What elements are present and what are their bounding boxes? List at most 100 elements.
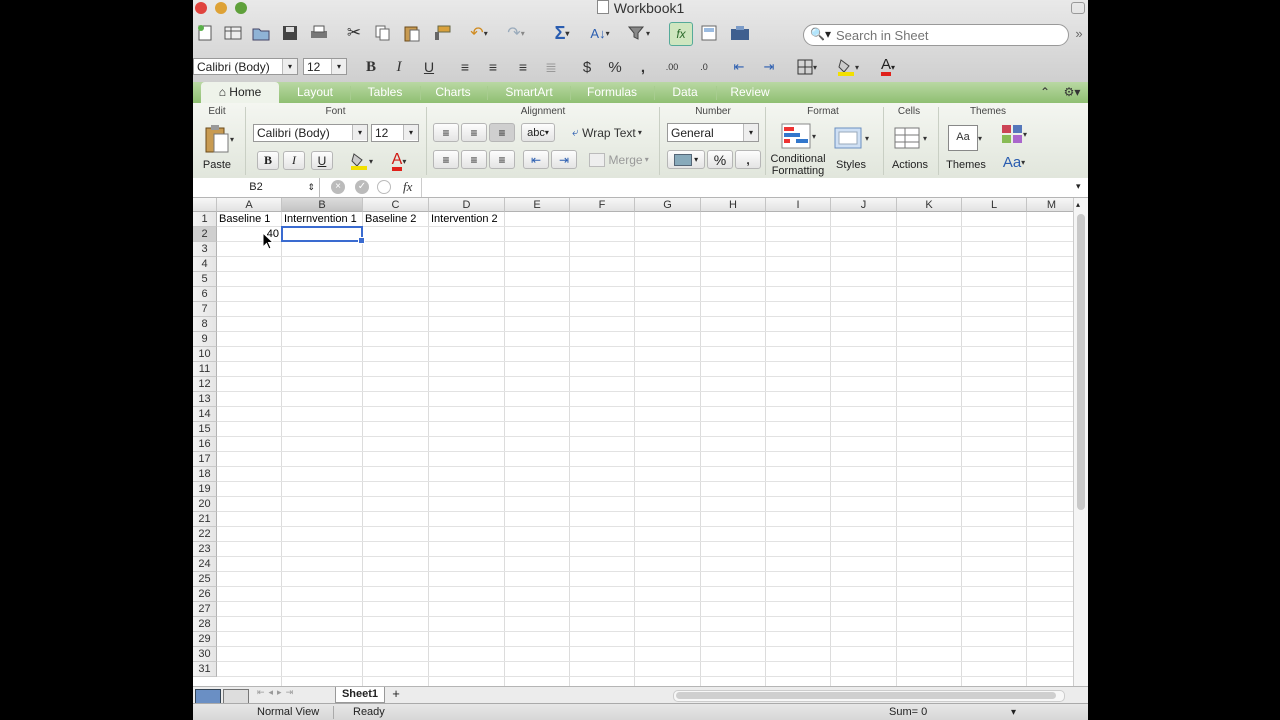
- justify-icon[interactable]: ≣: [541, 57, 561, 77]
- chevron-down-icon[interactable]: ▾: [1011, 704, 1016, 720]
- align-text-right-button[interactable]: ≡: [489, 150, 515, 169]
- active-cell-selection[interactable]: [281, 226, 365, 244]
- number-format-gallery-button[interactable]: ▾: [667, 150, 705, 169]
- align-left-icon[interactable]: ≡: [455, 57, 475, 77]
- tab-home[interactable]: ⌂ Home: [201, 82, 279, 103]
- align-top-button[interactable]: ≡: [433, 123, 459, 142]
- undo-icon[interactable]: ↶ ▾: [465, 23, 493, 43]
- tab-review[interactable]: Review: [717, 82, 783, 103]
- conditional-formatting-label[interactable]: Conditional Formatting: [767, 153, 829, 177]
- column-header-d[interactable]: D: [429, 198, 505, 212]
- search-input[interactable]: [834, 27, 1063, 44]
- accept-formula-icon[interactable]: ✓: [355, 180, 369, 194]
- row-header-6[interactable]: 6: [193, 287, 217, 302]
- format-painter-icon[interactable]: [432, 23, 452, 43]
- templates-icon[interactable]: [223, 23, 243, 43]
- actions-label[interactable]: Actions: [887, 159, 933, 171]
- merge-button[interactable]: Merge ▾: [585, 150, 653, 169]
- borders-icon[interactable]: ▾: [793, 57, 821, 77]
- wrap-text-button[interactable]: ⤶ Wrap Text ▾: [563, 123, 651, 142]
- row-header-28[interactable]: 28: [193, 617, 217, 632]
- new-document-icon[interactable]: [195, 23, 215, 43]
- font-name-combo[interactable]: Calibri (Body) ▾: [193, 58, 298, 75]
- vertical-scroll-thumb[interactable]: [1077, 214, 1085, 510]
- cell-a1[interactable]: Baseline 1: [219, 212, 279, 227]
- cancel-formula-icon[interactable]: ×: [331, 180, 345, 194]
- cut-icon[interactable]: ✂: [344, 23, 364, 43]
- column-header-f[interactable]: F: [570, 198, 635, 212]
- formula-icon[interactable]: [377, 180, 391, 194]
- formula-builder-icon[interactable]: fx: [669, 22, 693, 46]
- ribbon-italic-button[interactable]: I: [283, 151, 305, 170]
- sort-icon[interactable]: A↓ ▾: [586, 23, 614, 43]
- search-box[interactable]: 🔍▾: [803, 24, 1069, 46]
- autosum-icon[interactable]: Σ ▾: [550, 22, 574, 44]
- percent-icon[interactable]: %: [606, 57, 624, 77]
- row-header-2[interactable]: 2: [193, 227, 217, 242]
- text-orientation-button[interactable]: abc ▾: [521, 123, 555, 142]
- ribbon-font-color-icon[interactable]: A ▾: [381, 150, 417, 172]
- filter-icon[interactable]: ▾: [625, 23, 653, 43]
- row-header-21[interactable]: 21: [193, 512, 217, 527]
- font-color-icon[interactable]: A ▾: [873, 57, 903, 77]
- column-header-e[interactable]: E: [505, 198, 570, 212]
- italic-button[interactable]: I: [389, 57, 409, 77]
- cells-actions-icon[interactable]: ▾: [890, 123, 930, 153]
- column-header-j[interactable]: J: [831, 198, 897, 212]
- tab-tables[interactable]: Tables: [351, 82, 419, 103]
- row-header-12[interactable]: 12: [193, 377, 217, 392]
- themes-icon[interactable]: Aa ▾: [945, 123, 985, 153]
- toolbar-overflow-icon[interactable]: »: [1072, 25, 1086, 41]
- indent-button[interactable]: ⇥: [551, 150, 577, 169]
- align-bottom-button[interactable]: ≡: [489, 123, 515, 142]
- fill-color-icon[interactable]: ▾: [833, 57, 863, 77]
- tab-smartart[interactable]: SmartArt: [489, 82, 569, 103]
- row-header-13[interactable]: 13: [193, 392, 217, 407]
- paste-icon[interactable]: [402, 23, 422, 43]
- currency-icon[interactable]: $: [578, 57, 596, 77]
- align-center-icon[interactable]: ≡: [483, 57, 503, 77]
- number-format-combo[interactable]: General ▾: [667, 123, 759, 142]
- row-header-27[interactable]: 27: [193, 602, 217, 617]
- align-text-left-button[interactable]: ≡: [433, 150, 459, 169]
- print-icon[interactable]: [309, 23, 329, 43]
- tab-charts[interactable]: Charts: [421, 82, 485, 103]
- align-right-icon[interactable]: ≡: [513, 57, 533, 77]
- horizontal-scroll-thumb[interactable]: [676, 692, 1056, 699]
- toolbox-icon[interactable]: [729, 23, 751, 43]
- expand-formula-bar-icon[interactable]: ▾: [1076, 181, 1081, 192]
- outdent-button[interactable]: ⇤: [523, 150, 549, 169]
- row-header-23[interactable]: 23: [193, 542, 217, 557]
- scroll-up-icon[interactable]: ▴: [1076, 200, 1080, 209]
- select-all-corner[interactable]: [193, 198, 217, 212]
- column-header-g[interactable]: G: [635, 198, 701, 212]
- row-header-10[interactable]: 10: [193, 347, 217, 362]
- row-header-9[interactable]: 9: [193, 332, 217, 347]
- spreadsheet-grid[interactable]: A B C D E F G H I J K L M 1 2 3 4 5 6 7 8 9 10 11 12 13 14 15 16 17 18…: [193, 198, 1073, 686]
- ribbon-bold-button[interactable]: B: [257, 151, 279, 170]
- column-header-i[interactable]: I: [766, 198, 831, 212]
- copy-icon[interactable]: [373, 23, 393, 43]
- status-sum[interactable]: Sum= 0: [889, 704, 1029, 720]
- column-header-c[interactable]: C: [363, 198, 429, 212]
- theme-colors-icon[interactable]: ▾: [997, 123, 1031, 145]
- row-header-18[interactable]: 18: [193, 467, 217, 482]
- row-header-20[interactable]: 20: [193, 497, 217, 512]
- conditional-formatting-icon[interactable]: ▾: [778, 121, 818, 151]
- name-box-stepper-icon[interactable]: ⇕: [307, 178, 315, 197]
- gallery-icon[interactable]: [699, 23, 719, 43]
- row-header-22[interactable]: 22: [193, 527, 217, 542]
- row-header-19[interactable]: 19: [193, 482, 217, 497]
- column-header-m[interactable]: M: [1027, 198, 1073, 212]
- ribbon-fill-color-icon[interactable]: ▾: [343, 150, 379, 172]
- theme-fonts-icon[interactable]: Aa ▾: [997, 151, 1031, 173]
- bold-button[interactable]: B: [361, 57, 381, 77]
- row-header-14[interactable]: 14: [193, 407, 217, 422]
- decrease-indent-icon[interactable]: ⇤: [728, 57, 750, 77]
- horizontal-scrollbar[interactable]: [673, 690, 1065, 702]
- tab-formulas[interactable]: Formulas: [571, 82, 653, 103]
- font-size-combo[interactable]: 12 ▾: [303, 58, 347, 75]
- cell-c1[interactable]: Baseline 2: [365, 212, 426, 227]
- row-header-31[interactable]: 31: [193, 662, 217, 677]
- paste-button[interactable]: ▾: [199, 123, 239, 155]
